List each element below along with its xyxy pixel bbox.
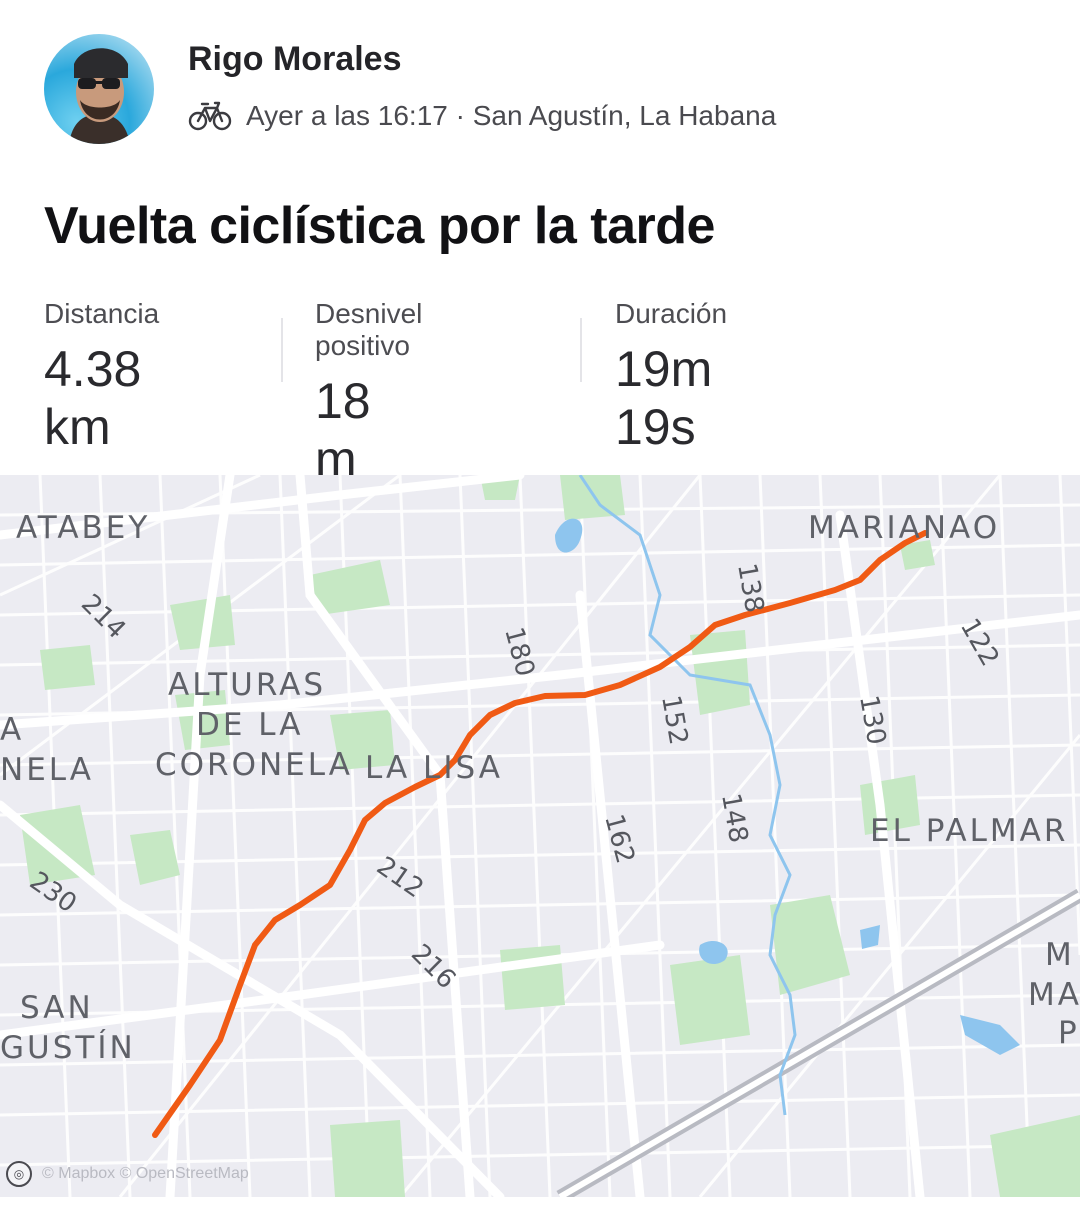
map-label: ATABEY [16,510,150,546]
map-label: M [1045,937,1075,973]
street-number: 148 [715,791,753,845]
mapbox-logo-icon[interactable]: ◎ [6,1161,32,1187]
map-label: DE LA [196,707,304,743]
stat-value: 19m 19s [615,341,713,455]
map-label: GUSTÍN [0,1030,136,1066]
map-label: SAN [20,990,94,1026]
stat-duration: Duración 19m 19s [615,298,727,456]
stat-distance: Distancia 4.38 km [44,298,159,456]
map-attribution[interactable]: ◎ © Mapbox © OpenStreetMap [6,1161,249,1187]
street-number: 214 [75,589,131,645]
activity-title[interactable]: Vuelta ciclística por la tarde [44,196,715,256]
stat-value: 4.38 km [44,341,142,455]
attribution-text: © Mapbox © OpenStreetMap [42,1165,249,1182]
stat-elevation: Desnivel positivo 18 m [315,298,422,488]
map-label: NELA [0,752,94,788]
bike-icon [188,101,232,131]
stat-label: Desnivel positivo [315,298,423,361]
athlete-avatar[interactable] [44,34,154,144]
map-label: ALTURAS [168,667,326,703]
map-canvas: ATABEY ALTURAS DE LA CORONELA LA LISA MA… [0,475,1080,1197]
map-label: P [1058,1015,1080,1051]
stat-value: 18 m [315,373,371,487]
stat-label: Distancia [44,298,160,329]
map-label: MA [1028,977,1080,1013]
map-label: A [0,712,24,748]
map-label: MARIANAO [808,510,1000,546]
activity-date-location: Ayer a las 16:17 · San Agustín, La Haban… [246,100,777,131]
map-label: LA LISA [365,750,503,786]
athlete-name[interactable]: Rigo Morales [188,40,401,79]
stat-label: Duración [615,298,728,329]
activity-meta: Ayer a las 16:17 · San Agustín, La Haban… [188,96,776,136]
stat-divider [580,318,582,382]
route-map[interactable]: ATABEY ALTURAS DE LA CORONELA LA LISA MA… [0,475,1080,1197]
avatar-photo [69,48,130,144]
map-label: EL PALMAR [870,813,1068,849]
activity-header: Rigo Morales Ayer a las 16:17 · San Agus… [0,0,1080,160]
stat-divider [281,318,283,382]
street-number: 130 [853,693,891,747]
map-label: CORONELA [155,747,353,783]
street-number: 180 [498,624,540,680]
